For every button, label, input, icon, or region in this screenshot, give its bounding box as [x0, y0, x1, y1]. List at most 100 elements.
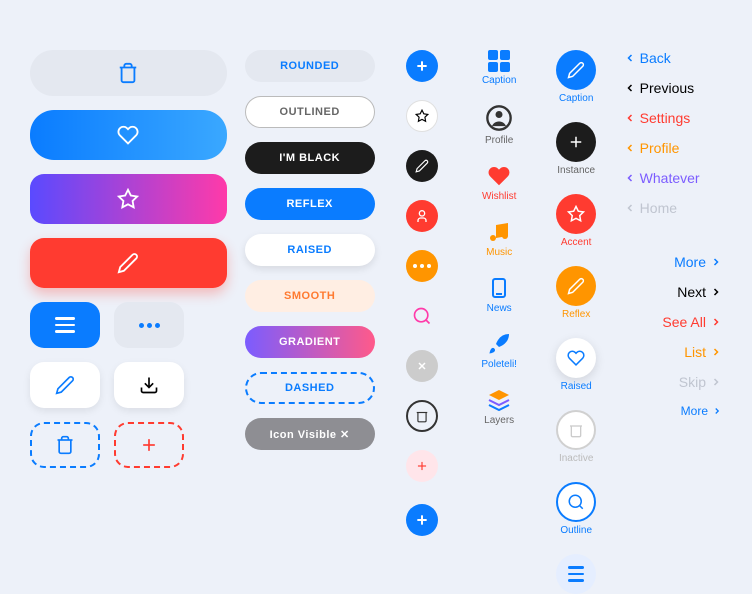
back-link[interactable]: Back — [624, 50, 722, 66]
user-circle-red[interactable] — [406, 200, 438, 232]
wishlist-item[interactable]: Wishlist — [482, 164, 516, 202]
gradient-pill[interactable]: GRADIENT — [245, 326, 375, 358]
trash-button[interactable] — [30, 50, 227, 96]
list-link[interactable]: List — [624, 344, 722, 360]
caption-label: Inactive — [559, 453, 593, 464]
caption-label: Raised — [561, 381, 592, 392]
edit-circle-black[interactable] — [406, 150, 438, 182]
raised-pill[interactable]: RAISED — [245, 234, 375, 266]
search-circle[interactable] — [406, 300, 438, 332]
skip-link[interactable]: Skip — [624, 374, 722, 390]
close-circle[interactable] — [406, 350, 438, 382]
tablet-icon — [487, 276, 511, 300]
raised-circle-item[interactable]: Raised — [556, 338, 596, 392]
star-icon — [117, 188, 139, 210]
edit-icon — [567, 61, 585, 79]
plus-circle-black[interactable] — [556, 122, 596, 162]
music-icon — [487, 220, 511, 244]
previous-link[interactable]: Previous — [624, 80, 722, 96]
more-link[interactable]: More — [624, 254, 722, 270]
edit-icon — [117, 252, 139, 274]
star-circle[interactable] — [406, 100, 438, 132]
plus-circle-blue[interactable] — [406, 50, 438, 82]
icon-visible-pill[interactable]: Icon Visible ✕ — [245, 418, 375, 450]
download-button[interactable] — [114, 362, 184, 408]
edit-circle-orange[interactable] — [556, 266, 596, 306]
heart-icon — [487, 164, 511, 188]
layers-item[interactable]: Layers — [484, 388, 514, 426]
reflex-pill[interactable]: REFLEX — [245, 188, 375, 220]
large-buttons-column — [30, 50, 227, 594]
small-circles-column — [393, 50, 452, 594]
plus-circle-pink[interactable] — [406, 450, 438, 482]
instance-circle-item[interactable]: Instance — [556, 122, 596, 176]
chevron-right-icon — [710, 374, 722, 390]
more-link-small[interactable]: More — [624, 404, 722, 418]
profile-link[interactable]: Profile — [624, 140, 722, 156]
menu-circle[interactable] — [556, 554, 596, 594]
settings-link[interactable]: Settings — [624, 110, 722, 126]
trash-circle-outline[interactable] — [406, 400, 438, 432]
outlined-pill[interactable]: OUTLINED — [245, 96, 375, 128]
edit-circle-large[interactable] — [556, 50, 596, 90]
trash-icon — [55, 435, 75, 455]
black-pill[interactable]: I'M BLACK — [245, 142, 375, 174]
caption-label: Caption — [482, 75, 516, 86]
caption-label: Instance — [557, 165, 595, 176]
trash-circle-inactive[interactable] — [556, 410, 596, 450]
dashed-pill[interactable]: DASHED — [245, 372, 375, 404]
trash-icon — [415, 409, 429, 423]
menu-icon — [568, 566, 584, 582]
menu-button[interactable] — [30, 302, 100, 348]
chevron-left-icon — [624, 140, 636, 156]
whatever-link[interactable]: Whatever — [624, 170, 722, 186]
rocket-icon — [487, 332, 511, 356]
edit-icon — [415, 159, 429, 173]
chevron-right-icon — [712, 405, 722, 417]
news-item[interactable]: News — [487, 276, 512, 314]
reflex-circle-item[interactable]: Reflex — [556, 266, 596, 320]
heart-circle-raised[interactable] — [556, 338, 596, 378]
plus-button-dashed[interactable] — [114, 422, 184, 468]
dots-icon — [413, 264, 431, 268]
next-link[interactable]: Next — [624, 284, 722, 300]
search-icon — [567, 493, 585, 511]
grid-icon — [488, 50, 510, 72]
heart-icon — [117, 124, 139, 146]
edit-button-white[interactable] — [30, 362, 100, 408]
large-circles-column: Caption Instance Accent Reflex Raised In… — [547, 50, 606, 594]
trash-icon — [568, 422, 584, 438]
home-link[interactable]: Home — [624, 200, 722, 216]
smooth-pill[interactable]: SMOOTH — [245, 280, 375, 312]
caption-circle-item[interactable]: Caption — [556, 50, 596, 104]
search-icon — [412, 306, 432, 326]
heart-button-gradient[interactable] — [30, 110, 227, 160]
plus-circle-bottom[interactable] — [406, 504, 438, 536]
caption-label: Accent — [561, 237, 592, 248]
close-icon — [416, 360, 428, 372]
accent-circle-item[interactable]: Accent — [556, 194, 596, 248]
see-all-link[interactable]: See All — [624, 314, 722, 330]
star-button-gradient[interactable] — [30, 174, 227, 224]
caption-label: Caption — [559, 93, 593, 104]
trash-button-dashed[interactable] — [30, 422, 100, 468]
star-circle-red[interactable] — [556, 194, 596, 234]
search-circle-outline[interactable] — [556, 482, 596, 522]
dots-icon — [139, 323, 160, 328]
plus-icon — [415, 459, 429, 473]
poleteli-item[interactable]: Poleteli! — [481, 332, 517, 370]
rounded-pill[interactable]: ROUNDED — [245, 50, 375, 82]
dots-circle-orange[interactable] — [406, 250, 438, 282]
chevron-left-icon — [624, 110, 636, 126]
edit-button-red[interactable] — [30, 238, 227, 288]
chevron-left-icon — [624, 80, 636, 96]
outline-circle-item[interactable]: Outline — [556, 482, 596, 536]
music-item[interactable]: Music — [486, 220, 512, 258]
caption-label: Reflex — [562, 309, 590, 320]
inactive-circle-item[interactable]: Inactive — [556, 410, 596, 464]
caption-label: Poleteli! — [481, 359, 517, 370]
dots-button[interactable] — [114, 302, 184, 348]
chevron-right-icon — [710, 254, 722, 270]
caption-item[interactable]: Caption — [482, 50, 516, 86]
profile-item[interactable]: Profile — [485, 104, 513, 146]
